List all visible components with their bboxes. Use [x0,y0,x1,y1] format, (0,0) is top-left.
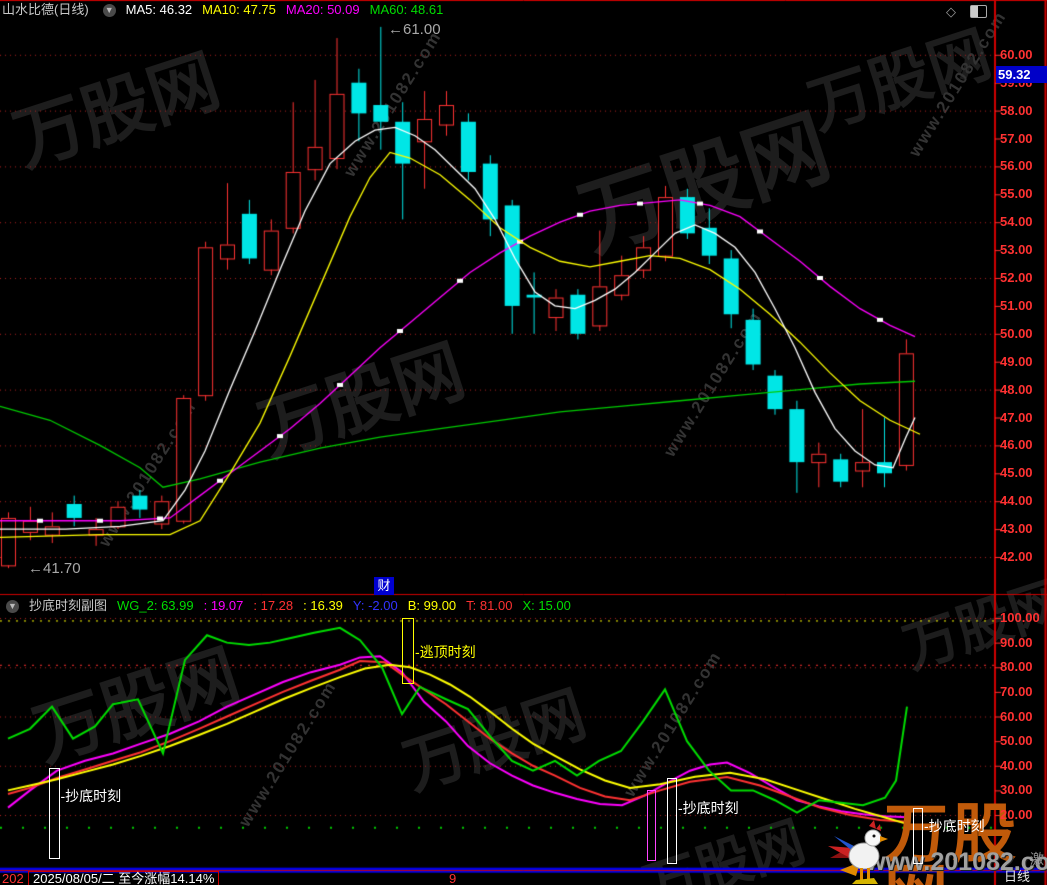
indicator-axis-label: 50.00 [1000,734,1033,748]
signal-bar[interactable] [913,808,923,864]
value-item: MA10: 47.75 [202,2,276,17]
value-item: : 17.28 [253,598,293,613]
price-axis-label: 48.00 [1000,383,1033,397]
indicator-axis-label: 40.00 [1000,759,1033,773]
chart-canvas[interactable] [0,0,1047,885]
signal-bar[interactable] [667,778,677,864]
x-axis-tag[interactable]: 财 [374,577,394,595]
signal-label: -逃顶时刻 [415,642,476,662]
chart-application-window: 万股网万股网万股网万股网万股网万股网万股网万股网www.201082.comww… [0,0,1047,885]
split-window-icon[interactable] [970,5,987,18]
signal-bar[interactable] [402,618,414,684]
signal-label: -抄底时刻 [61,786,122,806]
price-axis-label: 51.00 [1000,299,1033,313]
indicator-title: 抄底时刻副图 [29,598,107,613]
high-annotation: ←61.00 [388,21,441,38]
split-window-fill [971,6,978,17]
ma-values: MA5: 46.32 MA10: 47.75 MA20: 50.09 MA60: 48… [126,2,454,17]
price-axis-label: 53.00 [1000,243,1033,257]
price-axis-label: 47.00 [1000,411,1033,425]
axis-date-tick: 9 [449,872,456,885]
diamond-icon[interactable]: ◇ [946,4,956,20]
indicator-values: WG_2: 63.99 : 19.07 : 17.28 : 16.39 Y: -2.00… [117,598,581,613]
signal-bar[interactable] [49,768,60,859]
price-axis-label: 45.00 [1000,466,1033,480]
price-axis-label: 49.00 [1000,355,1033,369]
value-item: : 16.39 [303,598,343,613]
indicator-axis-label: 20.00 [1000,808,1033,822]
price-axis-label: 55.00 [1000,187,1033,201]
signal-label: -抄底时刻 [678,798,739,818]
value-item: Y: -2.00 [353,598,398,613]
panel1-header: 山水比德(日线) ▼ MA5: 46.32 MA10: 47.75 MA20: 50.0… [2,0,463,20]
value-item: T: 81.00 [466,598,512,613]
chevron-down-icon[interactable]: ▼ [103,4,116,17]
status-bar: 202 2025/08/05/二 至今涨幅14.14% 9 [0,872,1047,885]
date-info-box[interactable]: 2025/08/05/二 至今涨幅14.14% [28,871,219,885]
indicator-axis-label: 70.00 [1000,685,1033,699]
signal-bar-secondary[interactable] [647,790,656,861]
price-axis-label: 46.00 [1000,438,1033,452]
indicator-axis-label: 30.00 [1000,783,1033,797]
value-item: B: 99.00 [408,598,456,613]
chevron-down-icon2[interactable]: ▼ [6,600,19,613]
price-axis-label: 54.00 [1000,215,1033,229]
last-price-badge: 59.32 [996,66,1047,83]
value-item: X: 15.00 [522,598,570,613]
price-axis-label: 60.00 [1000,48,1033,62]
price-axis-label: 50.00 [1000,327,1033,341]
price-axis-label: 44.00 [1000,494,1033,508]
indicator-axis-label: 60.00 [1000,710,1033,724]
price-axis-label: 43.00 [1000,522,1033,536]
value-item: MA60: 48.61 [370,2,444,17]
low-annotation: ←41.70 [28,560,81,577]
price-axis-label: 52.00 [1000,271,1033,285]
price-axis-label: 56.00 [1000,159,1033,173]
price-axis-label: 57.00 [1000,132,1033,146]
security-title: 山水比德(日线) [2,2,89,17]
indicator-axis-label: 100.00 [1000,611,1040,625]
signal-label: -抄底时刻 [924,816,985,836]
indicator-axis-label: 90.00 [1000,636,1033,650]
indicator-axis-label: 80.00 [1000,660,1033,674]
value-item: MA20: 50.09 [286,2,360,17]
panel2-header: ▼ 抄底时刻副图 WG_2: 63.99 : 19.07 : 17.28 : 16.39 Y… [2,596,591,616]
partial-watermark-char: 激 [1030,849,1044,869]
clipped-date-label: 202 [2,872,24,885]
value-item: MA5: 46.32 [126,2,193,17]
value-item: : 19.07 [204,598,244,613]
price-axis-label: 58.00 [1000,104,1033,118]
value-item: WG_2: 63.99 [117,598,194,613]
price-axis-label: 42.00 [1000,550,1033,564]
